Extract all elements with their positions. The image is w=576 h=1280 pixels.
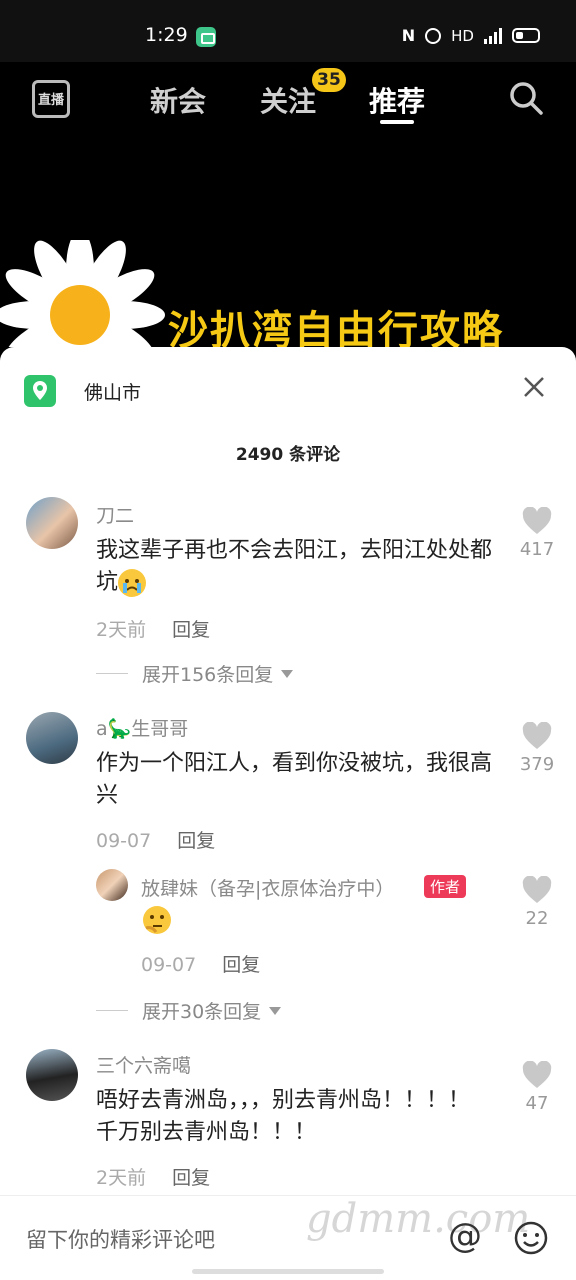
nfc-icon: N: [401, 26, 416, 45]
battery-icon: [512, 28, 540, 43]
avatar[interactable]: [26, 712, 78, 764]
tab-recommend[interactable]: 推荐: [369, 80, 425, 120]
avatar[interactable]: [26, 1049, 78, 1101]
like-button[interactable]: 379: [512, 722, 562, 775]
comment-time: 09-07: [96, 830, 152, 852]
reply-button[interactable]: 回复: [177, 830, 215, 852]
home-indicator: [192, 1269, 384, 1274]
divider: [96, 673, 128, 674]
thinking-emoji-icon: [143, 906, 171, 934]
comment-username[interactable]: a🦕生哥哥: [96, 714, 188, 741]
status-icons: N HD: [402, 26, 540, 45]
comment-text-content: 我这辈子再也不会去阳江，去阳江处处都坑: [96, 538, 493, 595]
heart-icon: [522, 507, 552, 534]
signal-icon: [484, 27, 502, 44]
author-badge: 作者: [424, 875, 467, 898]
comment-text: 我这辈子再也不会去阳江，去阳江处处都坑: [96, 535, 496, 599]
top-nav: 直播 新会 关注 35 推荐: [0, 62, 576, 132]
video-title-overlay: 沙扒湾自由行攻略: [168, 308, 504, 347]
like-count: 22: [525, 908, 549, 929]
comment-text: 作为一个阳江人，看到你没被坑，我很高兴: [96, 751, 493, 808]
reply-button[interactable]: 回复: [172, 1167, 210, 1189]
expand-replies-button[interactable]: 展开156条回复: [96, 660, 294, 687]
comment-time: 2天前: [96, 619, 147, 641]
tab-local[interactable]: 新会: [150, 80, 206, 120]
comment-meta: 2天前 回复: [96, 1163, 210, 1190]
like-count: 417: [519, 539, 555, 560]
live-icon[interactable]: 直播: [32, 80, 70, 118]
comment-text: 唔好去青洲岛，，，别去青州岛！！！！千万别去青州岛！！！: [96, 1088, 471, 1145]
avatar[interactable]: [26, 497, 78, 549]
status-bar: 1:29 N HD: [0, 0, 576, 62]
comment-username[interactable]: 三个六斋噶: [96, 1051, 191, 1078]
chevron-down-icon: [269, 1006, 282, 1015]
follow-count-badge: 35: [312, 68, 346, 92]
like-count: 47: [525, 1093, 549, 1114]
like-button[interactable]: 417: [512, 507, 562, 560]
watermark: gdmm.com: [306, 1196, 531, 1242]
comment-count-suffix: 条评论: [283, 445, 341, 465]
reply-avatar[interactable]: [96, 869, 128, 901]
alarm-icon: [425, 27, 442, 44]
active-tab-indicator: [380, 120, 414, 124]
close-icon[interactable]: [518, 371, 550, 403]
mention-icon[interactable]: @: [448, 1216, 482, 1256]
hd-indicator: HD: [451, 26, 474, 45]
status-time: 1:29: [145, 24, 188, 46]
video-preview[interactable]: 沙扒湾自由行攻略: [0, 132, 576, 347]
comment-input-bar: 留下你的精彩评论吧 gdmm.com @: [0, 1195, 576, 1280]
divider: [96, 1010, 128, 1011]
location-text: 佛山市: [84, 381, 142, 404]
comment-username[interactable]: 刀二: [96, 501, 134, 528]
comment-input[interactable]: 留下你的精彩评论吧: [26, 1224, 215, 1254]
comment-sheet: 佛山市 2490 条评论 刀二 我这辈子再也不会去阳江，去阳江处处都坑 2天前回…: [0, 347, 576, 1280]
heart-icon: [522, 876, 552, 903]
live-label: 直播: [37, 93, 64, 108]
daisy-image: [0, 240, 165, 347]
expand-replies-label: 展开30条回复: [142, 1001, 262, 1023]
message-app-icon: [196, 27, 216, 47]
reply-username[interactable]: 放肆妹（备孕|衣原体治疗中）: [141, 874, 394, 901]
tab-follow[interactable]: 关注: [260, 80, 316, 120]
chevron-down-icon: [281, 669, 294, 678]
reply-time: 09-07: [141, 954, 197, 976]
reply-meta: 09-07 回复: [141, 950, 260, 977]
reply-button[interactable]: 回复: [172, 619, 210, 641]
comment-time: 2天前: [96, 1167, 147, 1189]
crying-emoji-icon: [118, 569, 147, 597]
like-count: 379: [519, 754, 555, 775]
like-button[interactable]: 47: [512, 1061, 562, 1114]
emoji-icon[interactable]: [513, 1220, 549, 1256]
comment-meta: 09-07 回复: [96, 826, 215, 853]
like-button[interactable]: 22: [512, 876, 562, 929]
comment-count-number: 2490: [235, 445, 284, 465]
location-pin-icon: [24, 375, 56, 407]
heart-icon: [522, 722, 552, 749]
expand-replies-label: 展开156条回复: [142, 664, 274, 686]
reply-button[interactable]: 回复: [222, 954, 260, 976]
heart-icon: [522, 1061, 552, 1088]
search-icon[interactable]: [508, 80, 544, 116]
comment-count: 2490 条评论: [0, 440, 576, 465]
comment-meta: 2天前 回复: [96, 615, 210, 642]
location-row[interactable]: 佛山市: [24, 375, 141, 407]
expand-replies-button[interactable]: 展开30条回复: [96, 997, 282, 1024]
